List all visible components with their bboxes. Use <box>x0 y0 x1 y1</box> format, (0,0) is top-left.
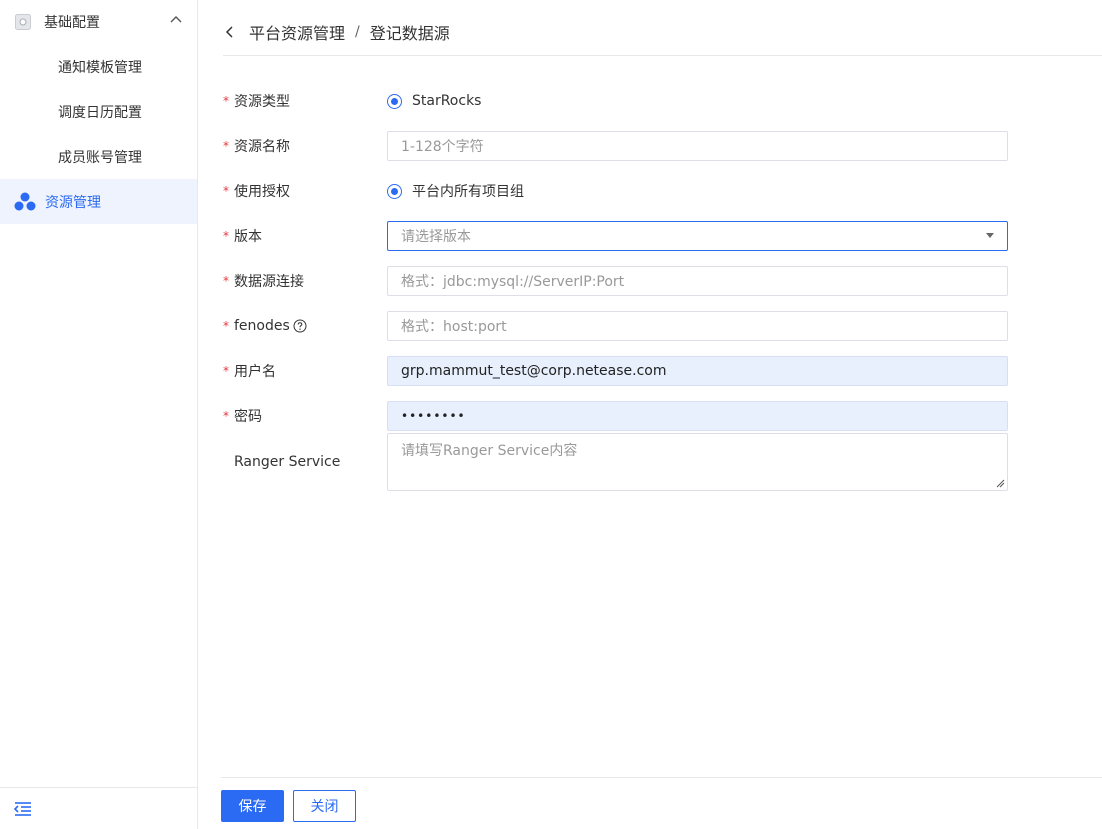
fenodes-label: * fenodes <box>223 311 363 341</box>
fenodes-input[interactable]: 格式：host:port <box>387 311 1008 341</box>
connection-input[interactable]: 格式：jdbc:mysql://ServerIP:Port <box>387 266 1008 296</box>
sidebar-collapse[interactable] <box>0 787 198 829</box>
sidebar-item-label: 资源管理 <box>45 194 101 211</box>
authorization-radio[interactable]: 平台内所有项目组 <box>387 176 1008 206</box>
caret-down-icon[interactable] <box>986 233 994 238</box>
breadcrumb-parent[interactable]: 平台资源管理 <box>249 20 345 44</box>
footer-divider <box>221 777 1102 778</box>
ranger-textarea[interactable]: 请填写Ranger Service内容 <box>387 433 1008 491</box>
sidebar: 基础配置 通知模板管理 调度日历配置 成员账号管理 资源管理 <box>0 0 198 829</box>
username-label: * 用户名 <box>223 364 276 380</box>
sidebar-item-label: 调度日历配置 <box>58 104 142 121</box>
resource-type-label: * 资源类型 <box>223 94 290 110</box>
authorization-label: * 使用授权 <box>223 184 290 200</box>
sidebar-item-member-accounts[interactable]: 成员账号管理 <box>0 134 197 179</box>
resource-name-label: * 资源名称 <box>223 139 290 155</box>
chevron-up-icon[interactable] <box>169 13 183 27</box>
help-circle-icon[interactable] <box>293 319 307 333</box>
collapse-menu-icon[interactable] <box>14 801 32 817</box>
header-divider <box>223 55 1102 56</box>
username-input[interactable]: grp.mammut_test@corp.netease.com <box>387 356 1008 386</box>
breadcrumb: 平台资源管理 / 登记数据源 <box>223 20 450 44</box>
breadcrumb-current: 登记数据源 <box>369 24 450 43</box>
close-button[interactable]: 关闭 <box>293 790 356 822</box>
authorization-value: 平台内所有项目组 <box>412 184 524 200</box>
cubes-icon <box>14 192 36 210</box>
radio-checked-icon[interactable] <box>387 93 402 109</box>
settings-box-icon <box>14 13 32 31</box>
resource-name-input[interactable]: 1-128个字符 <box>387 131 1008 161</box>
menu-group-label: 基础配置 <box>44 15 100 31</box>
connection-label: * 数据源连接 <box>223 274 304 290</box>
version-placeholder: 请选择版本 <box>401 229 471 245</box>
sidebar-item-resource-management[interactable]: 资源管理 <box>0 179 197 224</box>
ranger-placeholder: 请填写Ranger Service内容 <box>401 443 578 459</box>
breadcrumb-separator: / <box>355 24 360 40</box>
sidebar-item-notification-template[interactable]: 通知模板管理 <box>0 44 197 89</box>
resource-type-radio[interactable]: StarRocks <box>387 86 1008 116</box>
resource-type-value: StarRocks <box>412 93 482 109</box>
version-label: * 版本 <box>223 229 262 245</box>
password-label: * 密码 <box>223 409 262 425</box>
sidebar-item-label: 通知模板管理 <box>58 59 142 76</box>
back-arrow-icon[interactable] <box>223 25 237 39</box>
sidebar-item-label: 成员账号管理 <box>58 149 142 166</box>
main-content: 平台资源管理 / 登记数据源 * 资源类型 StarRocks * 资源名称 1-1… <box>199 0 1102 829</box>
resize-handle-icon[interactable] <box>995 478 1005 488</box>
save-button[interactable]: 保存 <box>221 790 284 822</box>
version-select[interactable]: 请选择版本 <box>387 221 1008 251</box>
sidebar-item-schedule-calendar[interactable]: 调度日历配置 <box>0 89 197 134</box>
password-input[interactable]: •••••••• <box>387 401 1008 431</box>
ranger-label: Ranger Service <box>234 454 341 470</box>
resource-type-control: StarRocks <box>387 86 1008 116</box>
menu-group-basic-config[interactable]: 基础配置 <box>0 0 197 44</box>
radio-checked-icon[interactable] <box>387 183 402 199</box>
